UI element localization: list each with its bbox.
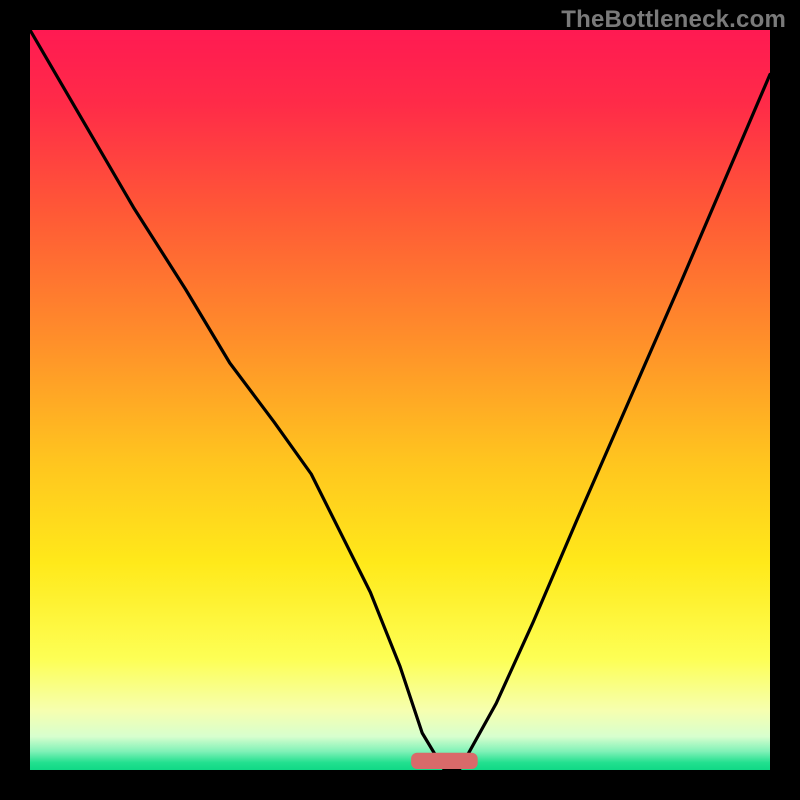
optimal-marker [411, 753, 478, 769]
chart-frame: TheBottleneck.com [0, 0, 800, 800]
watermark-text: TheBottleneck.com [561, 6, 786, 34]
chart-svg [30, 30, 770, 770]
gradient-background [30, 30, 770, 770]
plot-area [30, 30, 770, 770]
